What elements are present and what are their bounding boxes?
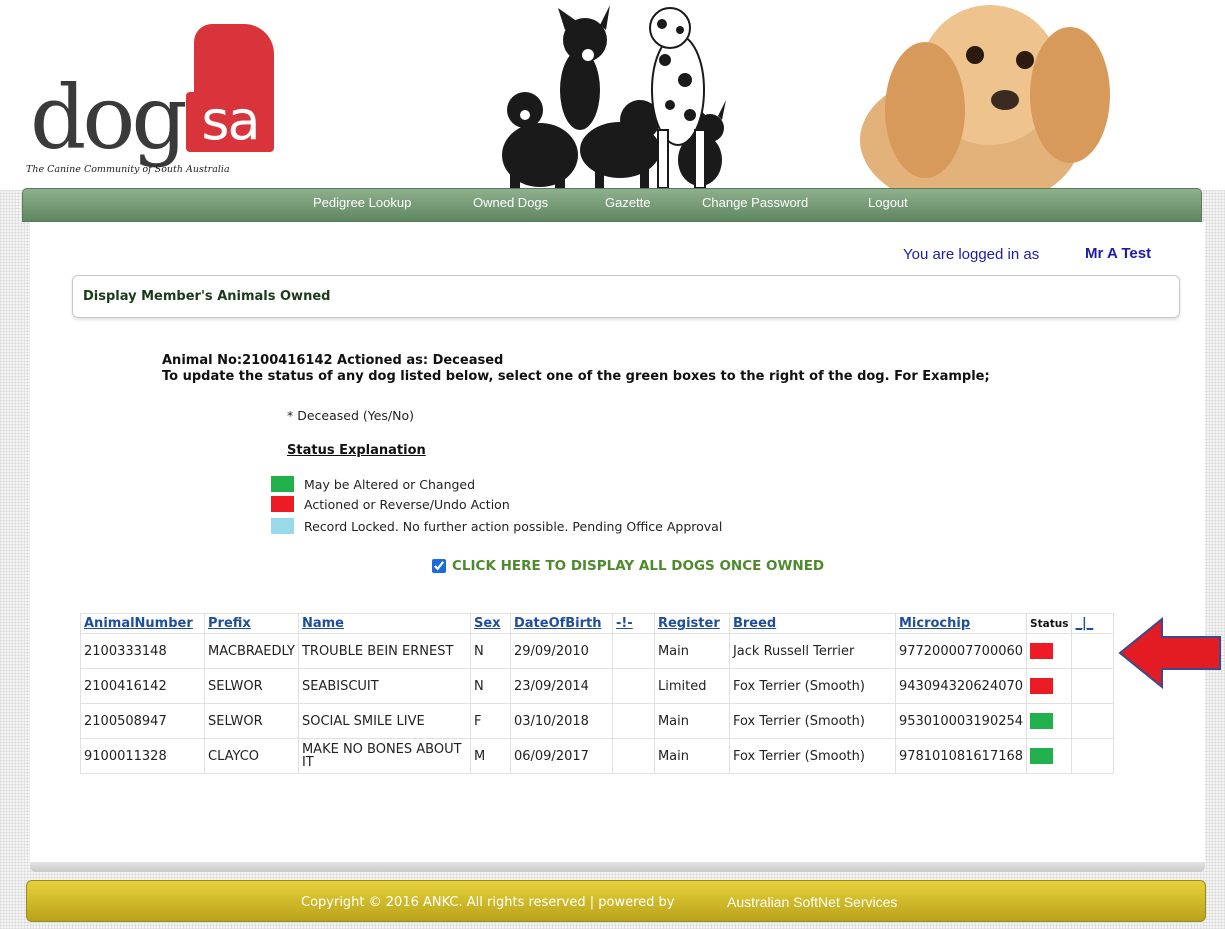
cell-status: [1026, 738, 1073, 774]
cell-extra: [1071, 738, 1115, 774]
cell-dob: 23/09/2014: [509, 668, 613, 704]
nav-owned-dogs[interactable]: Owned Dogs: [473, 195, 548, 210]
owned-dogs-table: AnimalNumber Prefix Name Sex DateOfBirth…: [80, 613, 1115, 774]
site-footer: Copyright © 2016 ANKC. All rights reserv…: [26, 880, 1206, 922]
cell-name: TROUBLE BEIN ERNEST: [297, 633, 471, 669]
col-date-of-birth[interactable]: DateOfBirth: [509, 613, 613, 634]
cell-prefix: MACBRAEDLY: [204, 633, 299, 669]
col-prefix[interactable]: Prefix: [204, 613, 299, 634]
col-animal-number[interactable]: AnimalNumber: [80, 613, 205, 634]
cell-breed: Fox Terrier (Smooth): [728, 703, 896, 739]
col-microchip[interactable]: Microchip: [894, 613, 1028, 634]
cell-animal-number: 2100333148: [80, 633, 205, 669]
red-status-swatch: [271, 496, 294, 512]
cell-prefix: CLAYCO: [204, 738, 299, 774]
logo-tagline: The Canine Community of South Australia: [26, 164, 230, 175]
example-note: * Deceased (Yes/No): [287, 408, 415, 423]
table-row: 2100333148 MACBRAEDLY TROUBLE BEIN ERNES…: [80, 633, 1115, 669]
cell-status: [1026, 703, 1073, 739]
table-row: 2100416142 SELWOR SEABISCUIT N 23/09/201…: [80, 668, 1115, 704]
cell-flag: [611, 703, 655, 739]
table-row: 9100011328 CLAYCO MAKE NO BONES ABOUT IT…: [80, 738, 1115, 774]
status-toggle-green[interactable]: [1030, 748, 1054, 764]
softnet-link[interactable]: Australian SoftNet Services: [727, 894, 897, 910]
display-all-label[interactable]: CLICK HERE TO DISPLAY ALL DOGS ONCE OWNE…: [452, 558, 824, 574]
cell-extra: [1071, 668, 1115, 704]
cell-register: Main: [653, 703, 730, 739]
cell-flag: [611, 633, 655, 669]
col-breed[interactable]: Breed: [728, 613, 896, 634]
table-header-row: AnimalNumber Prefix Name Sex DateOfBirth…: [80, 613, 1115, 634]
status-toggle-red[interactable]: [1030, 643, 1054, 659]
cell-dob: 06/09/2017: [509, 738, 613, 774]
table-row: 2100508947 SELWOR SOCIAL SMILE LIVE F 03…: [80, 703, 1115, 739]
col-flag[interactable]: -!-: [611, 613, 655, 634]
logged-in-user: Mr A Test: [1085, 245, 1152, 262]
legend-label: Actioned or Reverse/Undo Action: [304, 497, 510, 512]
action-message: Animal No:2100416142 Actioned as: Deceas…: [162, 353, 504, 368]
col-status: Status: [1026, 613, 1073, 634]
cell-breed: Fox Terrier (Smooth): [728, 738, 896, 774]
col-extra[interactable]: _|_: [1071, 613, 1115, 634]
cell-animal-number: 2100416142: [80, 668, 205, 704]
copyright-text: Copyright © 2016 ANKC. All rights reserv…: [301, 895, 675, 910]
nav-change-password[interactable]: Change Password: [702, 195, 808, 210]
cell-extra: [1071, 633, 1115, 669]
display-all-checkbox[interactable]: [432, 559, 446, 573]
cell-dob: 03/10/2018: [509, 703, 613, 739]
col-sex[interactable]: Sex: [469, 613, 511, 634]
cell-register: Limited: [653, 668, 730, 704]
cell-prefix: SELWOR: [204, 668, 299, 704]
cell-status: [1026, 633, 1073, 669]
panel-bottom-edge: [30, 862, 1205, 872]
cell-extra: [1071, 703, 1115, 739]
cell-name: MAKE NO BONES ABOUT IT: [297, 738, 471, 774]
legend-label: Record Locked. No further action possibl…: [304, 519, 723, 534]
red-arrow-icon: [1118, 617, 1221, 689]
status-toggle-red[interactable]: [1030, 678, 1054, 694]
section-title: Display Member's Animals Owned: [83, 289, 331, 304]
cell-animal-number: 2100508947: [80, 703, 205, 739]
nav-pedigree-lookup[interactable]: Pedigree Lookup: [313, 195, 411, 210]
cell-sex: N: [469, 633, 511, 669]
cell-breed: Fox Terrier (Smooth): [728, 668, 896, 704]
cell-animal-number: 9100011328: [80, 738, 205, 774]
login-status-label: You are logged in as: [903, 246, 1040, 263]
cell-breed: Jack Russell Terrier: [728, 633, 896, 669]
cell-flag: [611, 668, 655, 704]
display-all-dogs-toggle[interactable]: CLICK HERE TO DISPLAY ALL DOGS ONCE OWNE…: [432, 557, 824, 575]
cell-status: [1026, 668, 1073, 704]
cell-microchip: 977200007700060: [894, 633, 1028, 669]
site-header: dogs sa The Canine Community of South Au…: [0, 0, 1225, 190]
dogs-banner-image: [502, 5, 1110, 190]
section-header-box: Display Member's Animals Owned: [72, 275, 1180, 318]
cell-microchip: 978101081617168: [894, 738, 1028, 774]
instruction-message: To update the status of any dog listed b…: [162, 369, 990, 384]
legend-label: May be Altered or Changed: [304, 477, 476, 492]
status-toggle-green[interactable]: [1030, 713, 1054, 729]
cell-name: SEABISCUIT: [297, 668, 471, 704]
main-nav: Pedigree Lookup Owned Dogs Gazette Chang…: [22, 188, 1202, 222]
cell-name: SOCIAL SMILE LIVE: [297, 703, 471, 739]
nav-logout[interactable]: Logout: [868, 195, 908, 210]
green-status-swatch: [271, 476, 294, 492]
cell-register: Main: [653, 738, 730, 774]
blue-status-swatch: [271, 518, 294, 534]
cell-register: Main: [653, 633, 730, 669]
cell-sex: F: [469, 703, 511, 739]
nav-gazette[interactable]: Gazette: [605, 195, 651, 210]
status-explanation-heading: Status Explanation: [287, 443, 426, 458]
cell-dob: 29/09/2010: [509, 633, 613, 669]
logo-badge: sa: [186, 92, 274, 152]
col-name[interactable]: Name: [297, 613, 471, 634]
cell-sex: N: [469, 668, 511, 704]
dogs-sa-logo[interactable]: dogs sa The Canine Community of South Au…: [26, 24, 286, 184]
cell-microchip: 953010003190254: [894, 703, 1028, 739]
cell-microchip: 943094320624070: [894, 668, 1028, 704]
cell-sex: M: [469, 738, 511, 774]
col-register[interactable]: Register: [653, 613, 730, 634]
cell-flag: [611, 738, 655, 774]
cell-prefix: SELWOR: [204, 703, 299, 739]
